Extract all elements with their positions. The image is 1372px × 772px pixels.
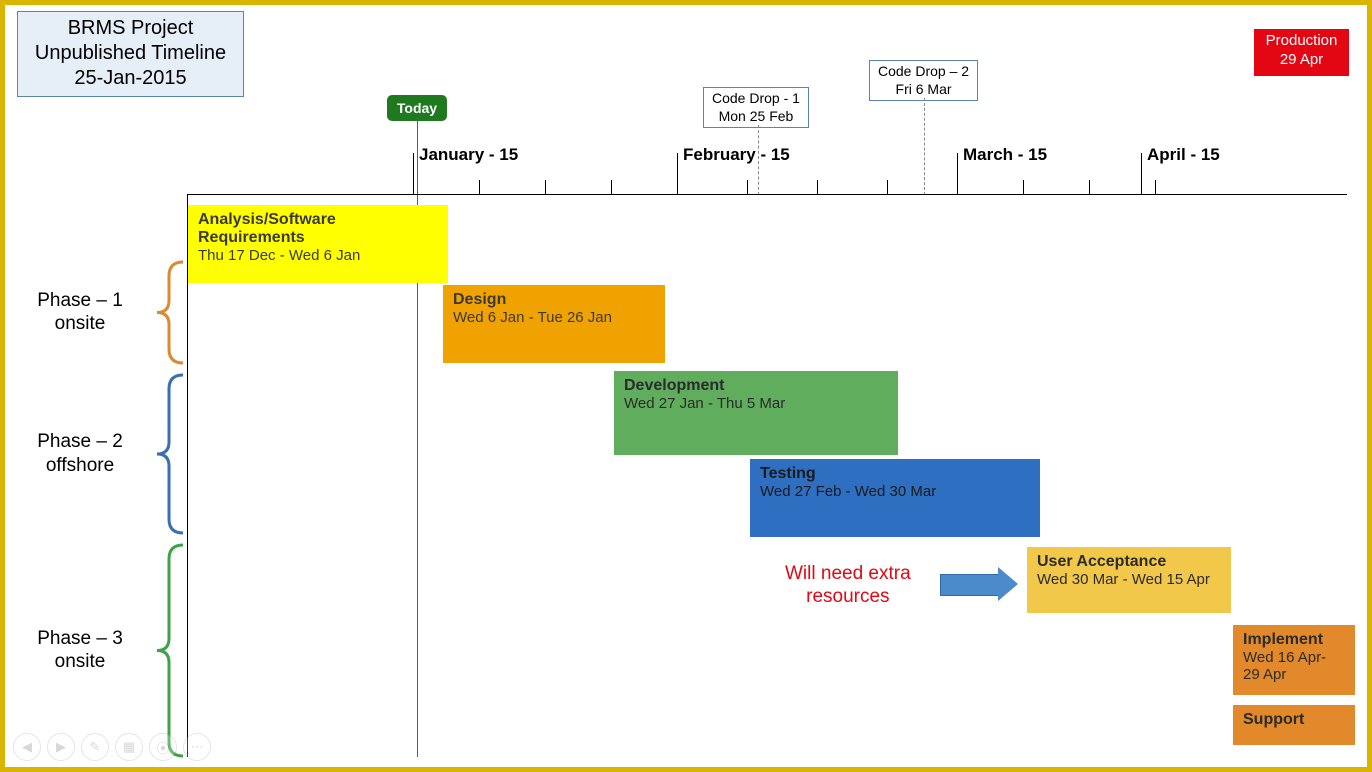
callout-1: Code Drop - 1Mon 25 Feb (703, 87, 809, 128)
week-tick (611, 180, 612, 195)
resource-annotation: Will need extraresources (785, 563, 911, 609)
task-title: Support (1243, 711, 1345, 729)
production-label: Production (1254, 32, 1349, 51)
next-slide-button[interactable]: ▶ (47, 733, 75, 761)
week-tick (887, 180, 888, 195)
phase-label-2: Phase – 2offshore (15, 430, 145, 478)
week-tick (747, 180, 748, 195)
views-button[interactable]: ▦ (115, 733, 143, 761)
presentation-controls: ◀ ▶ ✎ ▦ ⦿ ⋯ (13, 733, 211, 761)
task-bar-6[interactable]: ImplementWed 16 Apr- 29 Apr (1233, 625, 1355, 695)
phase-brace-2 (155, 373, 185, 535)
month-label: March - 15 (963, 145, 1047, 165)
phase-brace-3 (155, 543, 185, 758)
month-label: February - 15 (683, 145, 790, 165)
task-dates: Wed 27 Feb - Wed 30 Mar (760, 483, 1030, 500)
production-flag: Production 29 Apr (1254, 29, 1349, 76)
task-title: Implement (1243, 631, 1345, 649)
month-tick (677, 153, 678, 195)
phase-label-3: Phase – 3onsite (15, 627, 145, 675)
more-button[interactable]: ⋯ (183, 733, 211, 761)
month-tick (1141, 153, 1142, 195)
task-title: User Acceptance (1037, 553, 1221, 571)
month-label: April - 15 (1147, 145, 1220, 165)
task-bar-2[interactable]: DesignWed 6 Jan - Tue 26 Jan (443, 285, 665, 363)
task-dates: Thu 17 Dec - Wed 6 Jan (198, 247, 438, 264)
production-date: 29 Apr (1254, 51, 1349, 70)
arrow-body (940, 574, 1000, 596)
task-dates: Wed 27 Jan - Thu 5 Mar (624, 395, 888, 412)
week-tick (479, 180, 480, 195)
title-line-3: 25-Jan-2015 (18, 66, 243, 91)
prev-slide-button[interactable]: ◀ (13, 733, 41, 761)
callout-date: Mon 25 Feb (712, 108, 800, 126)
title-line-2: Unpublished Timeline (18, 41, 243, 66)
callout-date: Fri 6 Mar (878, 81, 969, 99)
task-title: Design (453, 291, 655, 309)
task-bar-3[interactable]: DevelopmentWed 27 Jan - Thu 5 Mar (614, 371, 898, 455)
week-tick (1155, 180, 1156, 195)
month-tick (413, 153, 414, 195)
title-box: BRMS Project Unpublished Timeline 25-Jan… (17, 11, 244, 97)
month-tick (957, 153, 958, 195)
zoom-button[interactable]: ⦿ (149, 733, 177, 761)
task-title: Testing (760, 465, 1030, 483)
callout-title: Code Drop - 1 (712, 90, 800, 108)
task-dates: Wed 6 Jan - Tue 26 Jan (453, 309, 655, 326)
arrow-head-icon (998, 567, 1018, 601)
task-dates: Wed 16 Apr- 29 Apr (1243, 649, 1345, 683)
phase-label-1: Phase – 1onsite (15, 289, 145, 337)
pen-button[interactable]: ✎ (81, 733, 109, 761)
phase-brace-1 (155, 260, 185, 365)
month-label: January - 15 (419, 145, 518, 165)
task-bar-4[interactable]: TestingWed 27 Feb - Wed 30 Mar (750, 459, 1040, 537)
callout-2: Code Drop – 2Fri 6 Mar (869, 60, 978, 101)
week-tick (817, 180, 818, 195)
task-bar-5[interactable]: User AcceptanceWed 30 Mar - Wed 15 Apr (1027, 547, 1231, 613)
title-line-1: BRMS Project (18, 16, 243, 41)
annotation-arrow (940, 567, 1018, 601)
time-axis: January - 15 February - 15 March - 15 April… (187, 145, 1347, 195)
week-tick (1089, 180, 1090, 195)
callout-title: Code Drop – 2 (878, 63, 969, 81)
task-bar-7[interactable]: Support (1233, 705, 1355, 745)
timeline-canvas: BRMS Project Unpublished Timeline 25-Jan… (0, 0, 1372, 772)
week-tick (1023, 180, 1024, 195)
task-bar-1[interactable]: Analysis/Software RequirementsThu 17 Dec… (188, 205, 448, 283)
task-dates: Wed 30 Mar - Wed 15 Apr (1037, 571, 1221, 588)
task-title: Development (624, 377, 888, 395)
task-title: Analysis/Software Requirements (198, 211, 438, 247)
today-badge: Today (387, 95, 447, 121)
week-tick (545, 180, 546, 195)
axis-baseline (187, 194, 1347, 195)
